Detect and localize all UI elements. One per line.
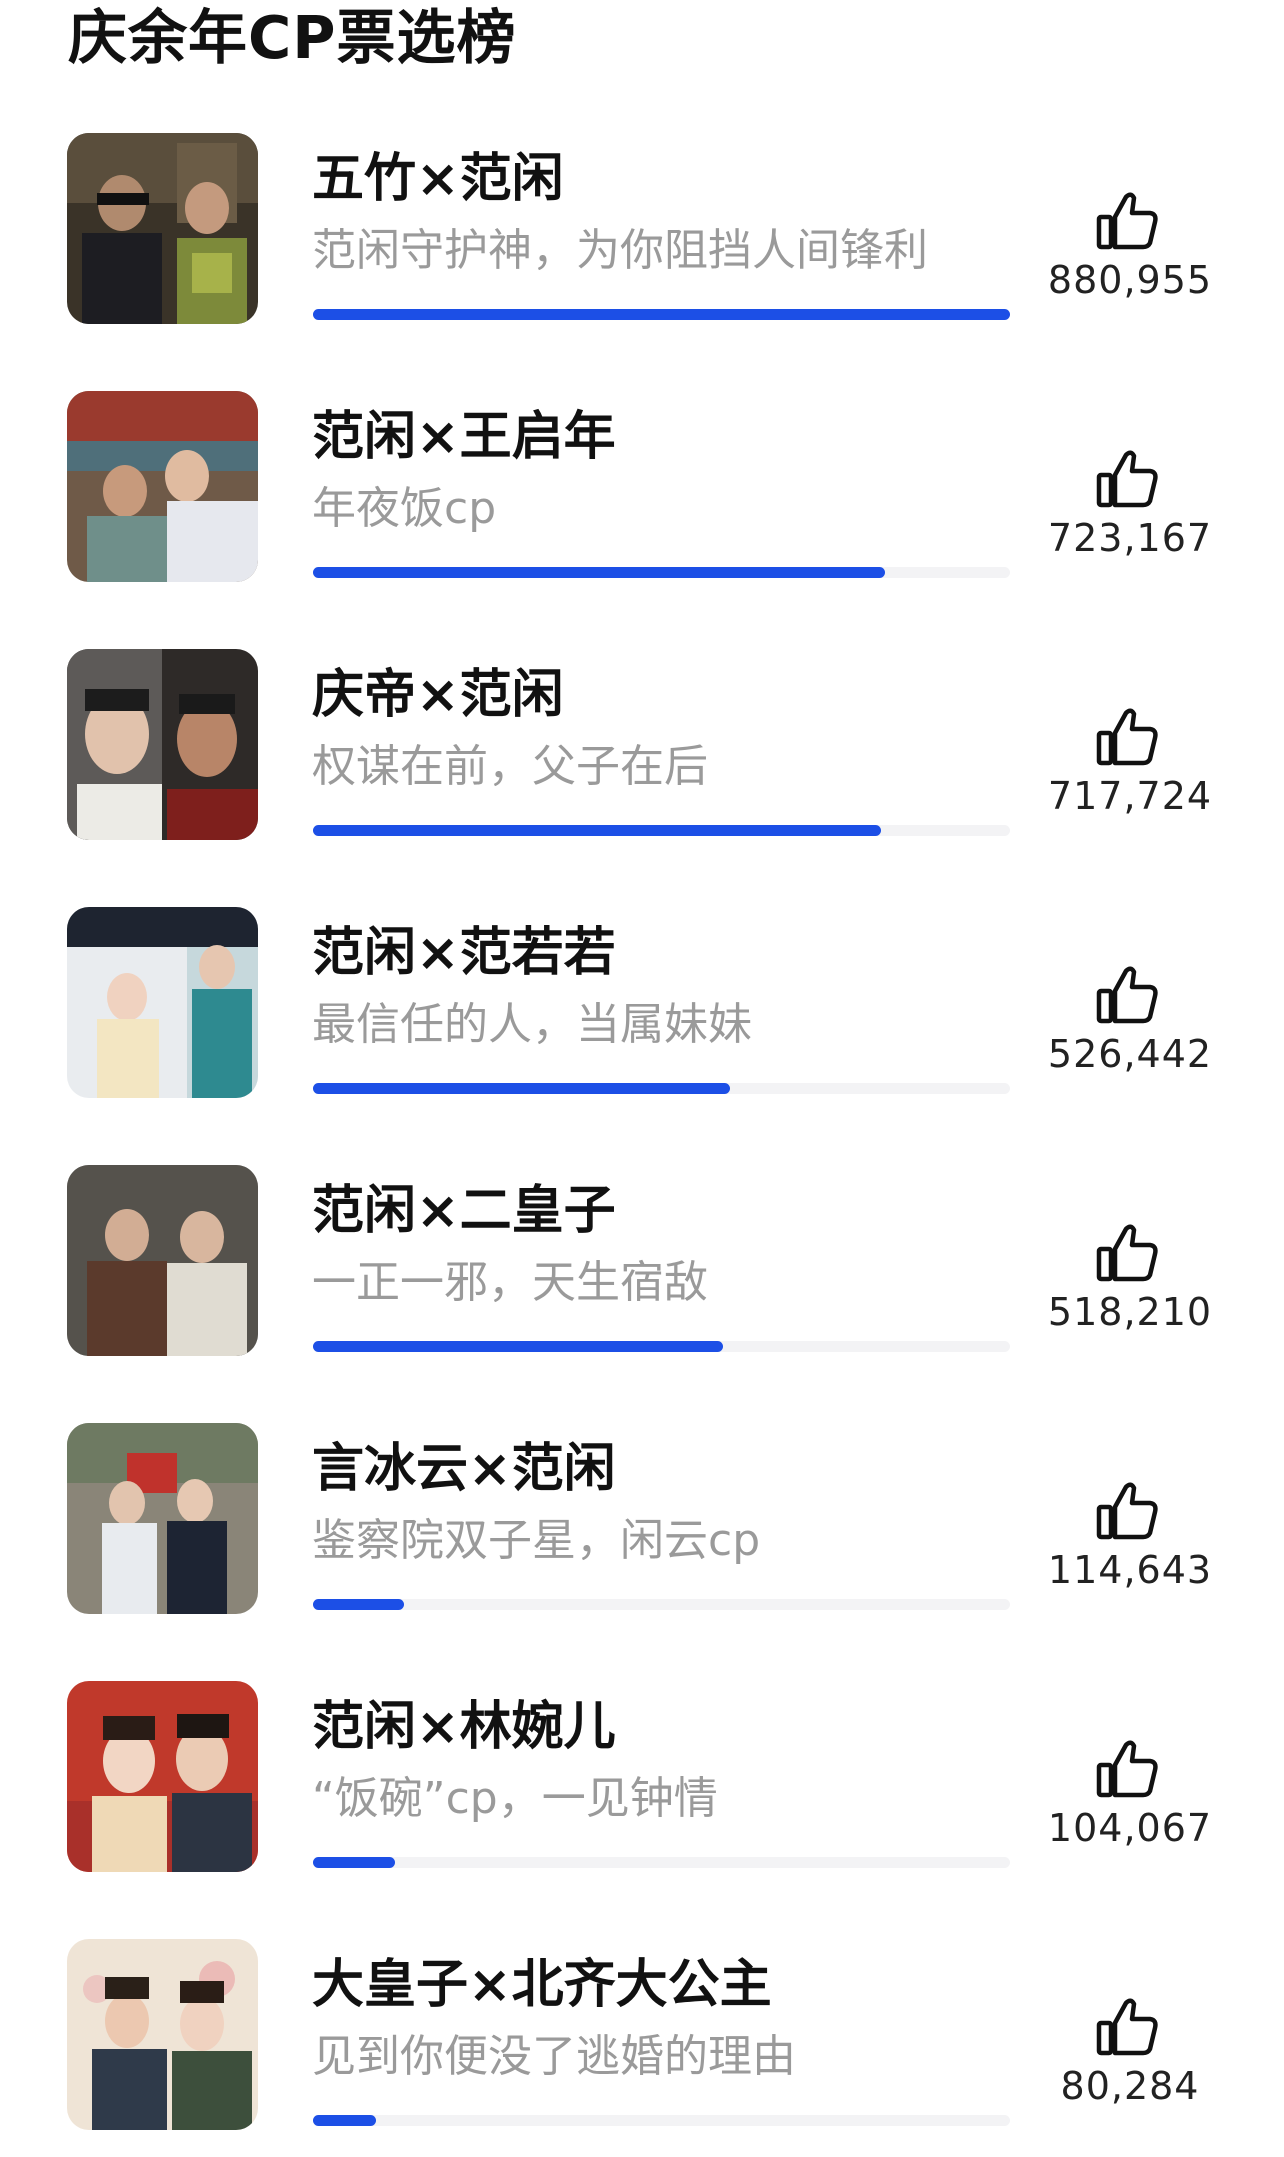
thumbs-up-icon[interactable] [1095,707,1161,769]
cp-thumbnail[interactable] [67,907,258,1098]
cp-name: 范闲×范若若 [312,923,616,983]
cp-thumbnail[interactable] [67,649,258,840]
vote-progress-bar [313,1857,1010,1868]
cp-photo [67,907,258,1098]
vote-area: 114,643 [1040,1481,1220,1601]
vote-progress-fill [313,567,886,578]
thumbs-up-icon[interactable] [1095,1223,1161,1285]
cp-slogan: 年夜饭cp [312,483,497,534]
vote-progress-fill [313,1857,396,1868]
vote-count: 80,284 [1060,2064,1200,2108]
vote-count: 104,067 [1047,1806,1213,1850]
vote-count: 114,643 [1047,1548,1213,1592]
list-item[interactable]: 范闲×林婉儿 “饭碗”cp，一见钟情 104,067 [0,1681,1284,1881]
cp-name: 言冰云×范闲 [312,1439,616,1499]
vote-progress-bar [313,1341,1010,1352]
cp-slogan: “饭碗”cp，一见钟情 [312,1773,718,1824]
cp-slogan: 鉴察院双子星，闲云cp [312,1515,761,1566]
vote-progress-fill [313,2115,377,2126]
vote-area: 717,724 [1040,707,1220,827]
thumbs-up-icon[interactable] [1095,1997,1161,2059]
list-item[interactable]: 范闲×王启年 年夜饭cp 723,167 [0,391,1284,591]
vote-count: 723,167 [1047,516,1213,560]
vote-progress-bar [313,309,1010,320]
cp-name: 庆帝×范闲 [312,665,564,725]
vote-count: 717,724 [1047,774,1213,818]
cp-name: 大皇子×北齐大公主 [312,1955,772,2015]
cp-thumbnail[interactable] [67,133,258,324]
vote-area: 80,284 [1040,1997,1220,2117]
cp-name: 范闲×林婉儿 [312,1697,616,1757]
vote-progress-bar [313,1083,1010,1094]
thumbs-up-icon[interactable] [1095,965,1161,1027]
vote-progress-fill [313,825,882,836]
thumbs-up-icon[interactable] [1095,1481,1161,1543]
list-item[interactable]: 范闲×二皇子 一正一邪，天生宿敌 518,210 [0,1165,1284,1365]
vote-count: 526,442 [1047,1032,1213,1076]
cp-thumbnail[interactable] [67,1423,258,1614]
cp-thumbnail[interactable] [67,1681,258,1872]
vote-count: 880,955 [1047,258,1213,302]
vote-progress-bar [313,2115,1010,2126]
vote-progress-bar [313,1599,1010,1610]
cp-photo [67,133,258,324]
cp-slogan: 一正一邪，天生宿敌 [312,1257,708,1308]
list-item[interactable]: 五竹×范闲 范闲守护神，为你阻挡人间锋利 880,955 [0,133,1284,333]
vote-area: 518,210 [1040,1223,1220,1343]
vote-area: 723,167 [1040,449,1220,569]
vote-area: 880,955 [1040,191,1220,311]
cp-photo [67,649,258,840]
cp-name: 范闲×二皇子 [312,1181,616,1241]
cp-slogan: 最信任的人，当属妹妹 [312,999,752,1050]
cp-photo [67,1423,258,1614]
thumbs-up-icon[interactable] [1095,1739,1161,1801]
cp-name: 范闲×王启年 [312,407,616,467]
cp-photo [67,391,258,582]
vote-progress-bar [313,567,1010,578]
cp-slogan: 权谋在前，父子在后 [312,741,708,792]
cp-photo [67,1681,258,1872]
thumbs-up-icon[interactable] [1095,449,1161,511]
list-item[interactable]: 庆帝×范闲 权谋在前，父子在后 717,724 [0,649,1284,849]
cp-photo [67,1939,258,2130]
cp-slogan: 范闲守护神，为你阻挡人间锋利 [312,225,928,276]
vote-area: 104,067 [1040,1739,1220,1859]
list-item[interactable]: 言冰云×范闲 鉴察院双子星，闲云cp 114,643 [0,1423,1284,1623]
cp-name: 五竹×范闲 [312,149,564,209]
vote-progress-fill [313,309,1010,320]
vote-progress-fill [313,1083,730,1094]
page-title: 庆余年CP票选榜 [68,3,517,72]
vote-progress-fill [313,1341,723,1352]
thumbs-up-icon[interactable] [1095,191,1161,253]
cp-thumbnail[interactable] [67,1939,258,2130]
vote-count: 518,210 [1047,1290,1213,1334]
vote-progress-fill [313,1599,404,1610]
cp-thumbnail[interactable] [67,1165,258,1356]
cp-slogan: 见到你便没了逃婚的理由 [312,2031,796,2082]
vote-area: 526,442 [1040,965,1220,1085]
list-item[interactable]: 范闲×范若若 最信任的人，当属妹妹 526,442 [0,907,1284,1107]
vote-progress-bar [313,825,1010,836]
cp-thumbnail[interactable] [67,391,258,582]
cp-photo [67,1165,258,1356]
list-item[interactable]: 大皇子×北齐大公主 见到你便没了逃婚的理由 80,284 [0,1939,1284,2139]
